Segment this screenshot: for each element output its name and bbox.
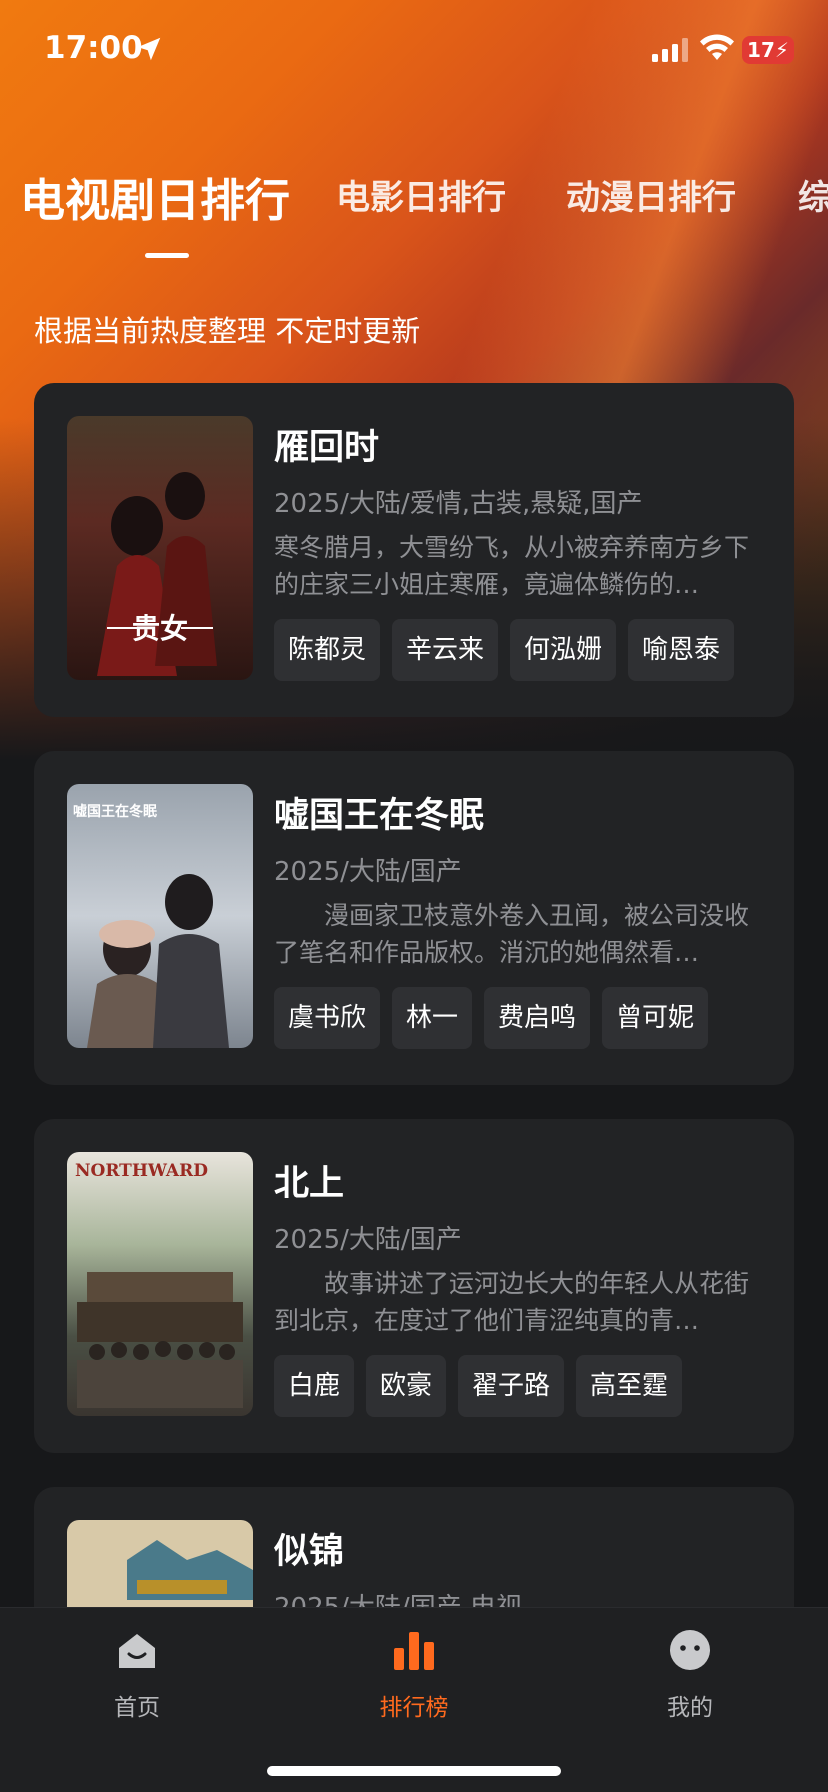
profile-icon [670,1630,710,1670]
cast-tag[interactable]: 喻恩泰 [628,619,735,681]
battery-level: 17 [747,38,775,62]
cast-tag[interactable]: 辛云来 [392,619,499,681]
card-description: 故事讲述了运河边长大的年轻人从花街到北京，在度过了他们青涩纯真的青… [274,1269,750,1335]
card-title: 雁回时 [274,428,380,468]
chart-icon [394,1632,434,1670]
card-title: 北上 [274,1164,345,1204]
card-description: 寒冬腊月，大雪纷飞，从小被弃养南方乡下的庄家三小姐庄寒雁，竟遍体鳞伤的… [274,533,750,599]
tab-variety-daily[interactable]: 综 [798,170,828,219]
card-title: 似锦 [274,1532,345,1572]
poster-image: 贵女 [67,416,253,680]
home-icon [119,1634,155,1668]
tabbar-label: 首页 [114,1695,160,1721]
card-meta: 2025/大陆/爱情,古装,悬疑,国产 [274,489,643,519]
bottom-tab-bar: 首页 排行榜 我的 [0,1607,828,1792]
cast-tag[interactable]: 欧豪 [366,1355,447,1417]
tabbar-label: 我的 [667,1695,713,1721]
cast-tag[interactable]: 林一 [392,987,473,1049]
cast-tags: 陈都灵 辛云来 何泓姗 喻恩泰 [274,619,735,681]
active-tab-indicator [145,253,189,258]
cast-tags: 白鹿 欧豪 翟子路 高至霆 [274,1355,683,1417]
cast-tag[interactable]: 曾可妮 [602,987,709,1049]
cast-tag[interactable]: 高至霆 [576,1355,683,1417]
tabbar-ranking[interactable]: 排行榜 [334,1628,494,1722]
drama-card[interactable]: 嘘国王在冬眠 嘘国王在冬眠 2025/大陆/国产 漫画家卫枝意外卷入丑闻，被公司… [34,751,794,1085]
tab-tv-daily[interactable]: 电视剧日排行 [20,170,290,229]
drama-card[interactable]: NORTHWARD 北上 2025/大陆/国产 故事讲述了运河边长大的年轻人从花… [34,1119,794,1453]
location-arrow-icon [137,37,161,61]
status-time: 17:00 [44,30,143,66]
card-title: 嘘国王在冬眠 [274,796,485,836]
poster-title-text: NORTHWARD [75,1161,208,1181]
cellular-signal-icon [652,38,688,62]
cast-tag[interactable]: 翟子路 [458,1355,565,1417]
charging-bolt-icon: ⚡ [774,38,789,62]
tab-movie-daily[interactable]: 电影日排行 [336,170,506,219]
ranking-subtitle: 根据当前热度整理 不定时更新 [34,314,421,348]
drama-card[interactable]: 贵女 雁回时 2025/大陆/爱情,古装,悬疑,国产 寒冬腊月，大雪纷飞，从小被… [34,383,794,717]
tabbar-profile[interactable]: 我的 [610,1628,770,1722]
tabbar-label: 排行榜 [379,1695,449,1721]
card-description: 漫画家卫枝意外卷入丑闻，被公司没收了笔名和作品版权。消沉的她偶然看… [274,901,750,967]
wifi-icon [700,34,734,60]
battery-indicator: 17⚡ [742,36,794,64]
card-meta: 2025/大陆/国产 [274,1225,462,1255]
cast-tag[interactable]: 费启鸣 [484,987,591,1049]
cast-tag[interactable]: 虞书欣 [274,987,381,1049]
poster-title-text: 嘘国王在冬眠 [73,803,157,820]
poster-title-text: 贵女 [132,612,188,645]
tabbar-home[interactable]: 首页 [57,1628,217,1722]
poster-image: NORTHWARD [67,1152,253,1416]
poster-image: 嘘国王在冬眠 [67,784,253,1048]
cast-tag[interactable]: 白鹿 [274,1355,355,1417]
cast-tags: 虞书欣 林一 费启鸣 曾可妮 [274,987,709,1049]
tab-anime-daily[interactable]: 动漫日排行 [566,170,736,219]
ranking-category-tabs: 电视剧日排行 电影日排行 动漫日排行 综 [0,170,828,260]
cast-tag[interactable]: 陈都灵 [274,619,381,681]
home-indicator [267,1766,561,1776]
cast-tag[interactable]: 何泓姗 [510,619,617,681]
card-meta: 2025/大陆/国产 [274,857,462,887]
status-bar: 17:00 17⚡ [0,0,828,100]
